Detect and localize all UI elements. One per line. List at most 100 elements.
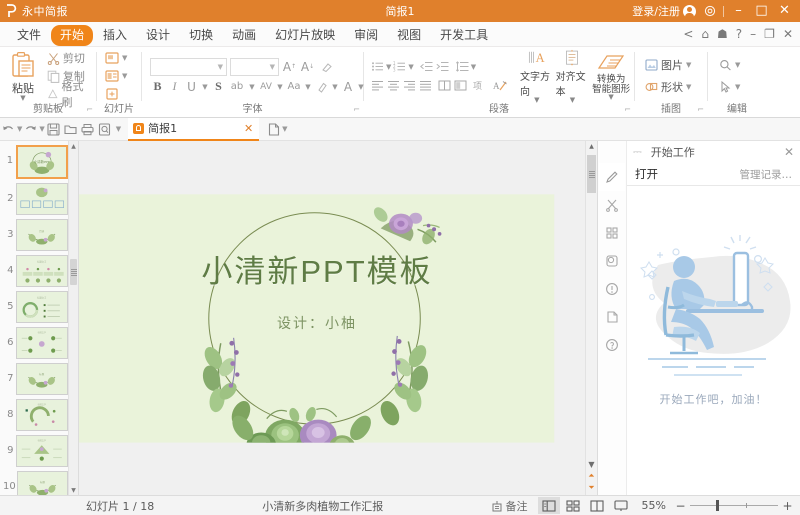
tab-design[interactable]: 设计 <box>137 25 179 46</box>
view-normal-button[interactable] <box>537 497 560 514</box>
text-highlight-button[interactable] <box>314 79 329 95</box>
shapes-icon[interactable] <box>599 247 625 275</box>
change-case-button[interactable]: Aa <box>286 79 302 95</box>
settings-gear-icon[interactable] <box>702 4 717 19</box>
document-tab-close-icon[interactable]: ✕ <box>244 122 253 135</box>
help-icon[interactable]: ? <box>736 27 742 41</box>
new-document-dropdown-icon[interactable]: ▼ <box>282 125 287 133</box>
current-slide[interactable]: 小清新PPT模板 设计：小柚 <box>79 141 585 495</box>
layout-dropdown-icon[interactable]: ▼ <box>122 72 127 80</box>
slide-thumbnail-7[interactable]: 7 标题 <box>0 363 68 395</box>
back-icon[interactable]: < <box>683 27 693 41</box>
info-icon[interactable] <box>599 275 625 303</box>
maximize-button[interactable]: □ <box>753 0 770 22</box>
font-dialog-launcher[interactable]: ⌐ <box>353 103 360 116</box>
clear-all-formatting-button[interactable]: A <box>491 78 510 93</box>
slide-thumbnail-8[interactable]: 8 标题文字 <box>0 399 68 431</box>
ribbon-close-icon[interactable]: ✕ <box>783 27 793 41</box>
reset-slide-button[interactable] <box>103 86 129 103</box>
slide-thumbnail-4[interactable]: 4 标题文字 <box>0 255 68 287</box>
view-slide-sorter-button[interactable] <box>562 497 584 514</box>
font-color-button[interactable]: A <box>341 79 355 95</box>
ribbon-restore-icon[interactable]: ❐ <box>764 27 775 41</box>
slide-canvas[interactable]: 小清新PPT模板 设计：小柚 <box>79 141 585 495</box>
bullet-list-dropdown-icon[interactable]: ▼ <box>386 63 391 71</box>
home-icon[interactable]: ⌂ <box>701 27 709 41</box>
tab-transition[interactable]: 切换 <box>180 25 222 46</box>
shape-button[interactable]: 形状 ▼ <box>643 79 693 96</box>
align-center-button[interactable] <box>386 78 401 93</box>
text-highlight-dropdown-icon[interactable]: ▼ <box>331 79 339 95</box>
print-icon[interactable] <box>79 119 96 139</box>
zoom-track[interactable] <box>690 500 778 511</box>
tab-review[interactable]: 审阅 <box>345 25 387 46</box>
tab-insert[interactable]: 插入 <box>94 25 136 46</box>
task-pane-drag-handle[interactable]: ⎓ <box>633 145 642 159</box>
tab-view[interactable]: 视图 <box>388 25 430 46</box>
shape-dropdown-icon[interactable]: ▼ <box>686 83 691 91</box>
distribute-button[interactable] <box>437 78 452 93</box>
open-label[interactable]: 打开 <box>635 166 658 182</box>
illustration-dialog-launcher[interactable]: ⌐ <box>697 103 704 116</box>
minimize-button[interactable]: – <box>730 0 747 22</box>
select-dropdown-icon[interactable]: ▼ <box>735 83 740 91</box>
manage-records-link[interactable]: 管理记录… <box>740 167 793 182</box>
strikethrough-dropdown-icon[interactable]: ▼ <box>248 79 256 95</box>
open-icon[interactable] <box>62 119 79 139</box>
thumbnail-scrollbar[interactable]: ▲ ▼ <box>68 141 78 495</box>
slide-thumbnail-list[interactable]: 1 小清新PPT 2 3 目录 4 标题文字 5 标题文字 6 标题文字 7 标… <box>0 141 68 495</box>
bullet-list-button[interactable] <box>370 59 385 74</box>
clipboard-dialog-launcher[interactable]: ⌐ <box>86 103 93 116</box>
grid-icon[interactable] <box>599 219 625 247</box>
key-icon[interactable]: ☗ <box>717 27 728 41</box>
canvas-scrollbar-thumb[interactable] <box>587 155 596 193</box>
canvas-vertical-scrollbar[interactable]: ▲ ▼ ⏶ ⏷ <box>585 141 597 495</box>
close-button[interactable]: ✕ <box>776 0 793 22</box>
zoom-slider[interactable]: − + <box>674 499 794 513</box>
tab-file[interactable]: 文件 <box>8 25 50 46</box>
canvas-scroll-down-button[interactable]: ▼ <box>588 460 594 469</box>
view-presentation-button[interactable] <box>610 497 632 514</box>
paragraph-dialog-launcher[interactable]: ⌐ <box>624 103 631 116</box>
layout-button[interactable]: ▼ <box>103 68 129 85</box>
undo-icon[interactable] <box>0 119 17 139</box>
canvas-scroll-up-button[interactable]: ▲ <box>586 141 597 152</box>
find-button[interactable]: ▼ <box>717 57 742 74</box>
font-size-input[interactable]: ▼ <box>230 57 279 76</box>
new-slide-dropdown-icon[interactable]: ▼ <box>122 54 127 62</box>
help-icon[interactable] <box>599 331 625 359</box>
line-spacing-button[interactable] <box>455 59 470 74</box>
decrease-font-size-button[interactable]: A ↓ <box>300 59 315 75</box>
slide-thumbnail-6[interactable]: 6 标题文字 <box>0 327 68 359</box>
change-case-dropdown-icon[interactable]: ▼ <box>304 79 312 95</box>
find-dropdown-icon[interactable]: ▼ <box>735 61 740 69</box>
previous-slide-button[interactable]: ⏶ <box>588 471 594 481</box>
zoom-in-button[interactable]: + <box>781 499 794 513</box>
text-direction-button[interactable]: A 文字方向 ▼ <box>520 49 554 103</box>
picture-button[interactable]: 图片 ▼ <box>643 57 693 74</box>
character-spacing-button[interactable]: AV <box>258 79 274 95</box>
paragraph-mark-button[interactable]: 项 <box>469 78 486 93</box>
new-slide-button[interactable]: ▼ <box>103 50 129 67</box>
zoom-out-button[interactable]: − <box>674 499 687 513</box>
zoom-handle[interactable] <box>716 500 719 511</box>
document-tab[interactable]: 简报1 ✕ <box>128 117 260 141</box>
slide-thumbnail-1[interactable]: 1 小清新PPT <box>0 145 68 179</box>
character-spacing-dropdown-icon[interactable]: ▼ <box>276 79 284 95</box>
slide-thumbnail-5[interactable]: 5 标题文字 <box>0 291 68 323</box>
save-icon[interactable] <box>45 119 62 139</box>
ribbon-minimize-icon[interactable]: – <box>750 27 756 41</box>
align-text-button[interactable]: 对齐文本 ▼ <box>556 49 590 104</box>
format-painter-button[interactable]: 格式刷 <box>45 80 93 109</box>
tab-developer[interactable]: 开发工具 <box>431 25 497 46</box>
bold-button[interactable]: B <box>150 79 165 95</box>
next-slide-button[interactable]: ⏷ <box>588 483 594 493</box>
tab-animation[interactable]: 动画 <box>223 25 265 46</box>
numbered-list-button[interactable]: 123 <box>392 59 407 74</box>
slide-thumbnail-10[interactable]: 10 标题 <box>0 471 68 495</box>
scissors-icon[interactable] <box>599 191 625 219</box>
increase-font-size-button[interactable]: A ↑ <box>282 59 297 75</box>
convert-smartart-dropdown-icon[interactable]: ▼ <box>608 94 613 101</box>
zoom-level[interactable]: 55% <box>642 499 666 512</box>
align-left-button[interactable] <box>370 78 385 93</box>
